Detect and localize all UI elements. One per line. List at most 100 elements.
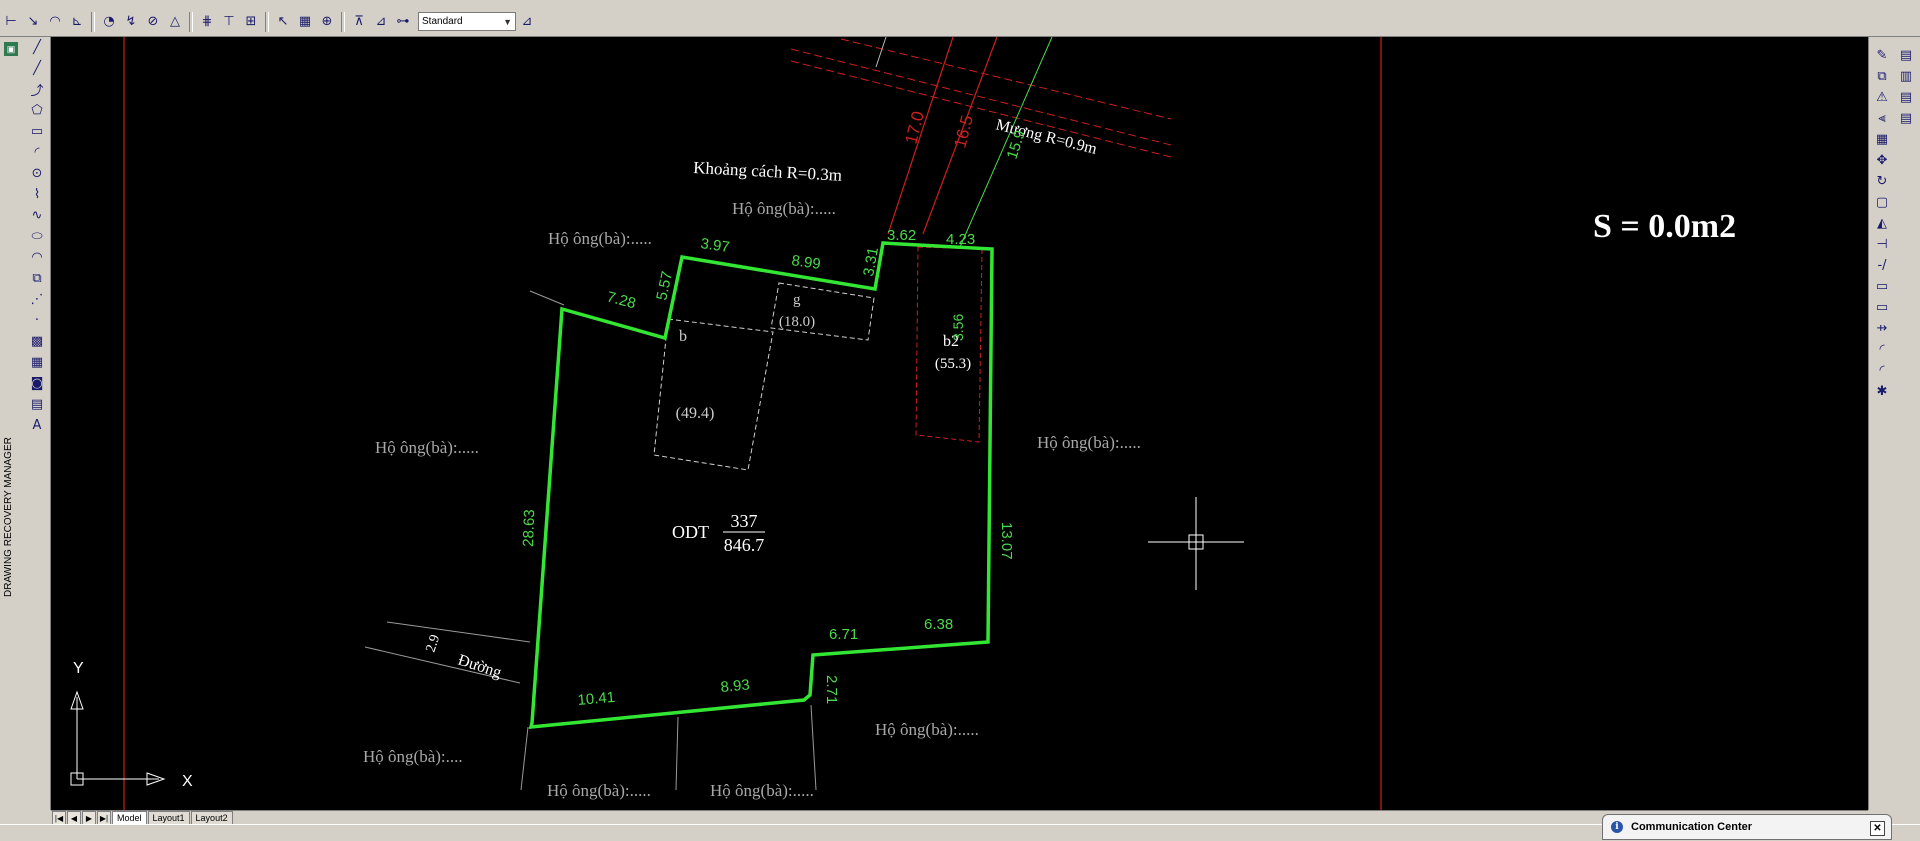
road-edge-line — [386, 621, 531, 643]
first-tab-icon[interactable]: |◀ — [52, 811, 66, 825]
parcel-boundary[interactable] — [528, 241, 994, 729]
drawing-svg: Y X S = 0.0m2 Khoảng cách R=0.3m Mương R… — [70, 37, 1736, 810]
draw-tool-icon[interactable]: ◜ — [26, 142, 48, 163]
center-mark-icon[interactable]: ⊕ — [316, 11, 338, 33]
neighbor-label-west: Hộ ông(bà):..... — [375, 438, 479, 457]
modify-tool-icon[interactable]: ✥ — [1871, 150, 1893, 171]
modify-tool-icon[interactable]: ▤ — [1895, 45, 1917, 66]
communication-center-popup[interactable]: i Communication Center ✕ — [1602, 814, 1892, 840]
dim-ordinate-icon[interactable]: ⊾ — [66, 11, 88, 33]
modify-tool-icon[interactable]: ▭ — [1871, 297, 1893, 318]
drawing-canvas[interactable]: Y X S = 0.0m2 Khoảng cách R=0.3m Mương R… — [51, 37, 1868, 810]
draw-tool-icon[interactable]: ⬠ — [26, 100, 48, 121]
modify-tool-icon[interactable]: ▢ — [1871, 192, 1893, 213]
parcel-number: 337 — [731, 511, 758, 531]
tab-layout2[interactable]: Layout2 — [190, 811, 233, 825]
draw-tool-icon[interactable]: ⤴ — [26, 79, 48, 100]
draw-tool-icon[interactable]: A — [26, 415, 48, 436]
tab-layout1[interactable]: Layout1 — [147, 811, 190, 825]
quick-dim-icon[interactable]: ⋕ — [196, 11, 218, 33]
modify-tool-icon[interactable]: ▥ — [1895, 66, 1917, 87]
modify-tool-icon[interactable]: ⫷ — [1871, 108, 1893, 129]
dim-edit-icon[interactable]: ⊼ — [348, 11, 370, 33]
dim-baseline-icon[interactable]: ⊤ — [218, 11, 240, 33]
edge-length: 4.23 — [946, 231, 975, 248]
next-tab-icon[interactable]: ▶ — [82, 811, 96, 825]
draw-tool-icon[interactable]: ╱ — [26, 37, 48, 58]
draw-tool-icon[interactable]: · — [26, 310, 48, 331]
building-b-outline — [653, 318, 774, 471]
draw-tool-icon[interactable]: ▤ — [26, 394, 48, 415]
edge-length: 2.71 — [823, 675, 840, 704]
canal-line-1 — [790, 48, 1172, 146]
recovery-manager-icon[interactable]: ▣ — [4, 42, 18, 56]
dim-jogged-icon[interactable]: ↯ — [120, 11, 142, 33]
dim-radius-icon[interactable]: ◔ — [98, 11, 120, 33]
modify-tool-icon[interactable]: ◜ — [1871, 360, 1893, 381]
modify-tool-icon[interactable]: ⇸ — [1871, 318, 1893, 339]
edge-length: 3.62 — [887, 227, 916, 244]
edge-length: 13.07 — [998, 522, 1015, 560]
prev-tab-icon[interactable]: ◀ — [67, 811, 81, 825]
dim-text-edit-icon[interactable]: ⊿ — [370, 11, 392, 33]
close-icon[interactable]: ✕ — [1870, 821, 1885, 836]
modify-tool-icon[interactable]: ⧉ — [1871, 66, 1893, 87]
draw-tool-icon[interactable]: ⊙ — [26, 163, 48, 184]
draw-tool-icon[interactable]: ▦ — [26, 352, 48, 373]
draw-tool-icon[interactable]: ⋰ — [26, 289, 48, 310]
edge-length: 8.99 — [790, 252, 821, 273]
modify-toolbar-col1: ✎ ⧉ ⚠ ⫷ ▦ ✥ ↻ ▢ ◭ ⊣ -/▭ ▭ ⇸ ◜ ◜ ✱ — [1871, 45, 1895, 402]
tolerance-icon[interactable]: ▦ — [294, 11, 316, 33]
modify-tool-icon[interactable]: ▤ — [1895, 87, 1917, 108]
extension-line — [675, 716, 679, 791]
modify-tool-icon[interactable]: ▭ — [1871, 276, 1893, 297]
drawing-recovery-panel: ▣ DRAWING RECOVERY MANAGER — [0, 37, 27, 810]
draw-tool-icon[interactable]: ▭ — [26, 121, 48, 142]
dim-diameter-icon[interactable]: ⊘ — [142, 11, 164, 33]
parcel-area: 846.7 — [724, 535, 765, 555]
dim-linear-icon[interactable]: ⊢ — [0, 11, 22, 33]
tab-model[interactable]: Model — [112, 811, 147, 825]
dim-style-icon[interactable]: ⊿ — [516, 11, 538, 33]
quick-leader-icon[interactable]: ↖ — [272, 11, 294, 33]
dim-arc-length-icon[interactable]: ◠ — [44, 11, 66, 33]
area-label: S = 0.0m2 — [1593, 208, 1736, 245]
modify-tool-icon[interactable]: ✎ — [1871, 45, 1893, 66]
draw-tool-icon[interactable]: ∿ — [26, 205, 48, 226]
edge-length: 10.41 — [577, 689, 616, 709]
modify-tool-icon[interactable]: ▦ — [1871, 129, 1893, 150]
draw-tool-icon[interactable]: ▩ — [26, 331, 48, 352]
dim-style-select[interactable]: Standard ▼ — [418, 12, 516, 31]
modify-tool-icon[interactable]: ◭ — [1871, 213, 1893, 234]
dim-update-icon[interactable]: ⊶ — [392, 11, 414, 33]
dim-continue-icon[interactable]: ⊞ — [240, 11, 262, 33]
distance-annotation: Khoảng cách R=0.3m — [693, 158, 843, 185]
extension-line — [520, 726, 529, 791]
draw-tool-icon[interactable]: ⬭ — [26, 226, 48, 247]
draw-tool-icon[interactable]: ⌇ — [26, 184, 48, 205]
dim-aligned-icon[interactable]: ↘ — [22, 11, 44, 33]
neighbor-label-south-2: Hộ ông(bà):..... — [710, 781, 814, 800]
neighbor-label-east: Hộ ông(bà):..... — [1037, 433, 1141, 452]
modify-tool-icon[interactable]: ◜ — [1871, 339, 1893, 360]
neighbor-label-northwest: Hộ ông(bà):..... — [548, 229, 652, 248]
extension-line — [529, 290, 565, 306]
draw-tool-icon[interactable]: ◠ — [26, 247, 48, 268]
modify-tool-icon[interactable]: ↻ — [1871, 171, 1893, 192]
draw-tool-icon[interactable]: ╱ — [26, 58, 48, 79]
modify-tool-icon[interactable]: -/ — [1871, 255, 1893, 276]
draw-toolbar: ╱ ╱ ⤴ ⬠ ▭ ◜ ⊙ ⌇ ∿ ⬭ ◠ ⧉ ⋰ · ▩ ▦ ◙ ▤ A — [26, 37, 51, 810]
dim-angular-icon[interactable]: △ — [164, 11, 186, 33]
modify-tool-icon[interactable]: ⚠ — [1871, 87, 1893, 108]
last-tab-icon[interactable]: ▶| — [97, 811, 111, 825]
draw-tool-icon[interactable]: ◙ — [26, 373, 48, 394]
extension-line — [810, 704, 817, 791]
neighbor-label-southeast: Hộ ông(bà):..... — [875, 720, 979, 739]
communication-center-title: Communication Center — [1631, 821, 1753, 833]
draw-tool-icon[interactable]: ⧉ — [26, 268, 48, 289]
modify-tool-icon[interactable]: ⊣ — [1871, 234, 1893, 255]
modify-tool-icon[interactable]: ✱ — [1871, 381, 1893, 402]
edge-length: 6.71 — [829, 626, 858, 643]
modify-tool-icon[interactable]: ▤ — [1895, 108, 1917, 129]
ucs-y-label: Y — [73, 660, 84, 677]
